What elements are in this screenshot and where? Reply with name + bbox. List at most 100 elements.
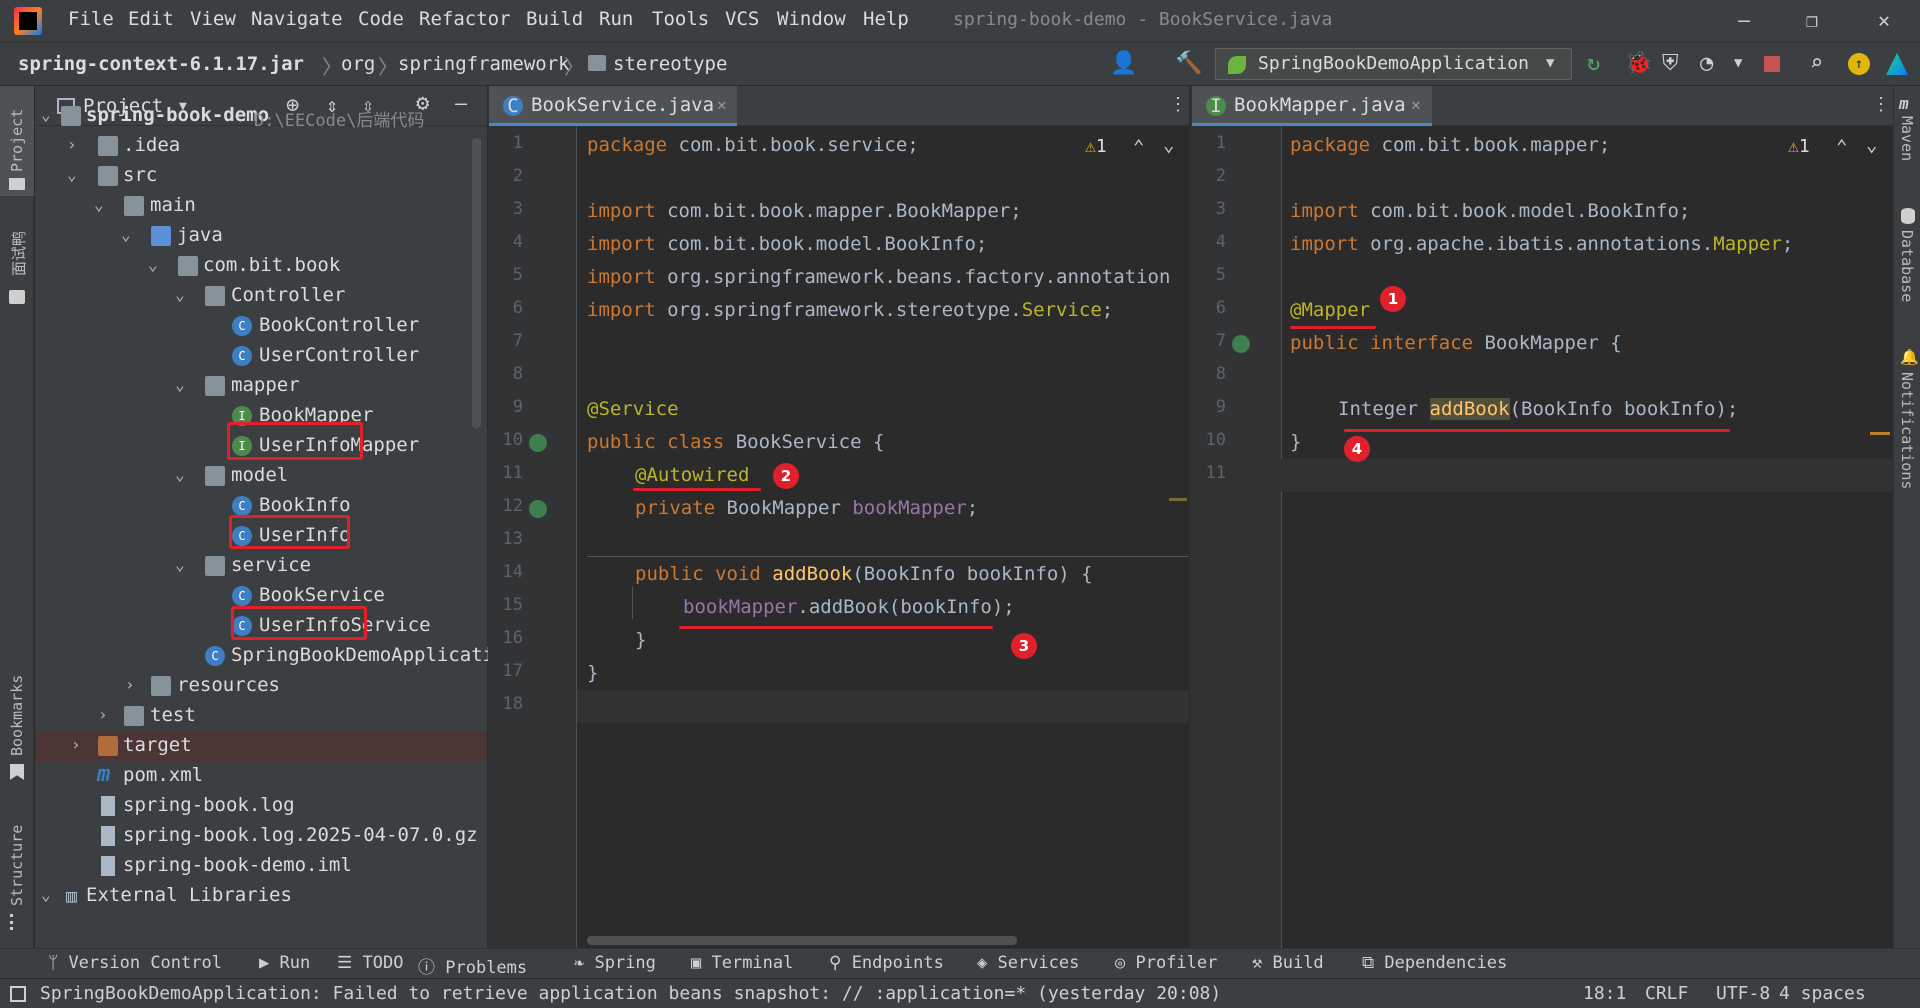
line-number[interactable]: 3 (483, 199, 523, 219)
line-number[interactable]: 14 (483, 562, 523, 582)
menu-navigate[interactable]: Navigate (251, 8, 343, 30)
line-number[interactable]: 12 (483, 496, 523, 516)
warning-indicator[interactable]: ⚠1 (1788, 136, 1810, 157)
autowired-gutter-icon[interactable] (529, 500, 547, 518)
mybatis-gutter-icon[interactable] (1232, 335, 1250, 353)
chevron-down-icon[interactable]: ⌄ (148, 255, 158, 274)
chevron-right-icon[interactable]: › (98, 705, 108, 724)
jetbrains-ai-icon[interactable] (1886, 53, 1908, 75)
line-number[interactable]: 4 (1186, 232, 1226, 252)
run-configuration-select[interactable]: SpringBookDemoApplication ▼ (1215, 48, 1572, 80)
chevron-right-icon[interactable]: › (67, 135, 77, 154)
line-number[interactable]: 13 (483, 529, 523, 549)
user-icon[interactable]: 👤 (1110, 51, 1137, 76)
tool-profiler[interactable]: ◎ Profiler (1115, 953, 1217, 973)
line-number[interactable]: 7 (483, 331, 523, 351)
chevron-down-icon[interactable]: ⌄ (121, 225, 131, 244)
line-number[interactable]: 8 (1186, 364, 1226, 384)
spring-bean-gutter-icon[interactable] (529, 434, 547, 452)
code-line-1[interactable]: package com.bit.book.mapper; (1290, 129, 1610, 162)
menu-view[interactable]: View (190, 8, 236, 30)
line-number[interactable]: 5 (483, 265, 523, 285)
more-tabs-icon[interactable]: ⋮ (1872, 94, 1890, 115)
coverage-icon[interactable]: ⛨ (1662, 51, 1679, 76)
code-line-1[interactable]: package com.bit.book.service; (587, 129, 919, 162)
menu-code[interactable]: Code (358, 8, 404, 30)
tool-problems[interactable]: ⓘ Problems (418, 953, 527, 978)
line-number[interactable]: 2 (483, 166, 523, 186)
menu-tools[interactable]: Tools (652, 8, 709, 30)
close-tab-icon[interactable]: ✕ (1411, 95, 1421, 114)
menu-window[interactable]: Window (777, 8, 846, 30)
line-number[interactable]: 10 (483, 430, 523, 450)
next-highlight-icon[interactable]: ⌄ (1866, 134, 1877, 156)
database-stripe-label[interactable]: Database (1898, 230, 1916, 302)
breadcrumb-springframework[interactable]: springframework (398, 53, 570, 75)
breadcrumb-org[interactable]: org (341, 53, 375, 75)
line-number[interactable]: 4 (483, 232, 523, 252)
code-line-5[interactable]: import org.springframework.beans.factory… (587, 261, 1189, 294)
tool-dependencies[interactable]: ⧉ Dependencies (1362, 953, 1507, 973)
chevron-down-icon[interactable]: ⌄ (175, 465, 185, 484)
update-icon[interactable]: ↑ (1848, 53, 1870, 75)
line-number[interactable]: 17 (483, 661, 523, 681)
line-number[interactable]: 16 (483, 628, 523, 648)
profile-icon[interactable]: ◔ (1700, 51, 1713, 76)
line-number[interactable]: 1 (483, 133, 523, 153)
tree-item-project-root[interactable]: ⌄ spring-book-demo D:\EECode\后端代码 (35, 102, 487, 132)
menu-run[interactable]: Run (599, 8, 633, 30)
line-number[interactable]: 10 (1186, 430, 1226, 450)
tool-todo[interactable]: ☰ TODO (337, 953, 403, 973)
line-number[interactable]: 18 (483, 694, 523, 714)
line-number[interactable]: 7 (1186, 331, 1226, 351)
next-highlight-icon[interactable]: ⌄ (1163, 134, 1174, 156)
chevron-right-icon[interactable]: › (71, 735, 81, 754)
debug-icon[interactable]: 🐞 (1625, 51, 1652, 76)
chevron-down-icon[interactable]: ⌄ (67, 165, 77, 184)
chevron-right-icon[interactable]: › (125, 675, 135, 694)
line-number[interactable]: 11 (483, 463, 523, 483)
chevron-down-icon[interactable]: ⌄ (175, 375, 185, 394)
line-number[interactable]: 9 (483, 397, 523, 417)
line-number[interactable]: 8 (483, 364, 523, 384)
horizontal-scrollbar[interactable] (587, 936, 1017, 945)
project-stripe-label[interactable]: Project (8, 109, 26, 172)
file-encoding[interactable]: UTF-8 (1716, 983, 1770, 1004)
chevron-down-icon[interactable]: ⌄ (175, 555, 185, 574)
minimize-icon[interactable]: — (1738, 8, 1750, 32)
previous-highlight-icon[interactable]: ⌃ (1836, 136, 1847, 158)
maven-stripe-label[interactable]: Maven (1898, 116, 1916, 161)
code-line-6[interactable]: @Mapper (1290, 294, 1370, 327)
line-number[interactable]: 6 (483, 298, 523, 318)
tab-bookservice-java[interactable]: C BookService.java ✕ (489, 86, 737, 126)
restore-icon[interactable]: ❐ (1806, 8, 1818, 32)
code-line-9[interactable]: Integer addBook(BookInfo bookInfo); (1338, 393, 1738, 426)
tool-spring[interactable]: ❧ Spring (574, 953, 656, 973)
mianshiya-stripe-label[interactable]: 面试鸭 (8, 231, 29, 276)
search-icon[interactable]: ⌕ (1810, 51, 1823, 76)
stop-icon[interactable] (1764, 56, 1780, 72)
structure-stripe-label[interactable]: Structure (8, 825, 26, 906)
code-line-17[interactable]: } (587, 657, 598, 690)
close-window-icon[interactable]: ✕ (1878, 8, 1890, 32)
line-number[interactable]: 3 (1186, 199, 1226, 219)
code-line-10[interactable]: public class BookService { (587, 426, 884, 459)
code-line-14[interactable]: public void addBook(BookInfo bookInfo) { (635, 558, 1093, 591)
chevron-down-icon[interactable]: ⌄ (41, 885, 51, 904)
rerun-icon[interactable]: ↻ (1587, 51, 1600, 76)
code-line-4[interactable]: import org.apache.ibatis.annotations.Map… (1290, 228, 1793, 261)
tool-build[interactable]: ⚒ Build (1252, 953, 1324, 973)
tool-endpoints[interactable]: ⚲ Endpoints (829, 953, 944, 973)
caret-position[interactable]: 18:1 (1583, 983, 1626, 1004)
menu-edit[interactable]: Edit (128, 8, 174, 30)
breadcrumb-jar[interactable]: spring-context-6.1.17.jar (18, 53, 304, 75)
code-line-15[interactable]: bookMapper.addBook(bookInfo); (683, 591, 1015, 624)
chevron-down-icon[interactable]: ⌄ (94, 195, 104, 214)
notifications-stripe-label[interactable]: Notifications (1898, 372, 1916, 489)
previous-highlight-icon[interactable]: ⌃ (1133, 136, 1144, 158)
code-line-12[interactable]: private BookMapper bookMapper; (635, 492, 978, 525)
code-line-3[interactable]: import com.bit.book.model.BookInfo; (1290, 195, 1690, 228)
warning-indicator[interactable]: ⚠1 (1085, 136, 1107, 157)
line-number[interactable]: 11 (1186, 463, 1226, 483)
status-message[interactable]: SpringBookDemoApplication: Failed to ret… (40, 983, 1221, 1004)
